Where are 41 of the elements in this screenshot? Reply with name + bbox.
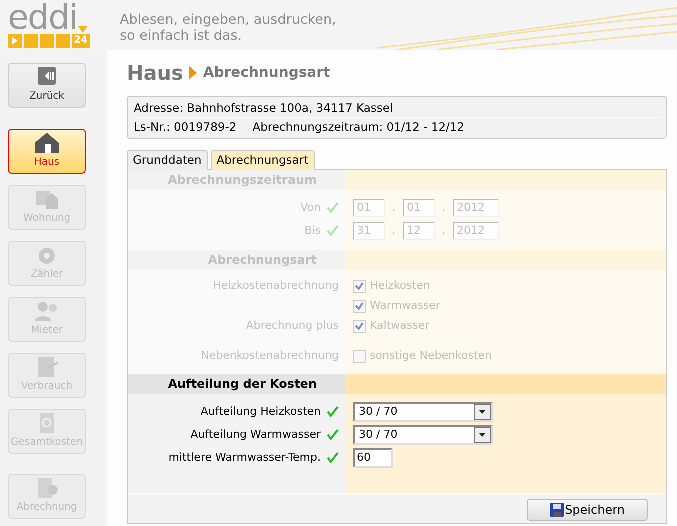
logo-square: [40, 34, 54, 48]
select-field[interactable]: 30 / 70: [353, 402, 493, 422]
field-label: mittlere Warmwasser-Temp.: [168, 450, 321, 466]
logo-text: eddi: [8, 2, 78, 34]
field-label: Abrechnung plus: [246, 318, 339, 334]
triangle-icon: [78, 26, 88, 34]
logo-square: [56, 34, 70, 48]
tab[interactable]: Grunddaten: [127, 150, 208, 170]
nav-button[interactable]: Haus: [8, 129, 86, 174]
save-button[interactable]: Speichern: [527, 499, 648, 522]
field-label: Nebenkostenabrechnung: [201, 348, 339, 364]
field-label: Aufteilung Heizkosten: [200, 404, 321, 420]
checkbox-label: Kaltwasser: [370, 318, 430, 334]
separator-dot: .: [441, 200, 447, 216]
page-title: Haus: [127, 60, 184, 87]
tagline: so einfach ist das.: [120, 28, 244, 44]
separator-dot: .: [391, 200, 397, 216]
field-label: Heizkostenabrechnung: [212, 278, 339, 294]
house-icon: [32, 131, 62, 155]
caret-icon: [479, 410, 486, 414]
section-title: Aufteilung der Kosten: [168, 376, 317, 394]
field-label: Von: [300, 200, 321, 216]
arrow-icon: [189, 66, 198, 80]
checkbox-label: Warmwasser: [370, 298, 440, 314]
separator-dot: .: [391, 222, 397, 238]
logo-square: [24, 34, 38, 48]
nav-button[interactable]: Zurück: [8, 63, 86, 108]
separator-dot: .: [441, 222, 447, 238]
text-field[interactable]: 60: [353, 448, 393, 468]
field-label: Bis: [304, 222, 321, 238]
checkbox-label: Heizkosten: [370, 278, 430, 294]
select-field[interactable]: 30 / 70: [353, 424, 493, 445]
number-text: Ls-Nr.: 0019789-2: [134, 119, 237, 136]
period-text: Abrechnungszeitraum: 01/12 - 12/12: [252, 119, 465, 136]
checkbox-label: sonstige Nebenkosten: [370, 348, 492, 364]
address-text: Adresse: Bahnhofstrasse 100a, 34117 Kassel: [134, 100, 394, 117]
caret-icon: [479, 432, 486, 437]
page-subtitle: Abrechnungsart: [203, 64, 330, 82]
tagline: Ablesen, eingeben, ausdrucken,: [120, 12, 336, 28]
tab[interactable]: Abrechnungsart: [210, 150, 315, 170]
field-label: Aufteilung Warmwasser: [190, 426, 321, 442]
